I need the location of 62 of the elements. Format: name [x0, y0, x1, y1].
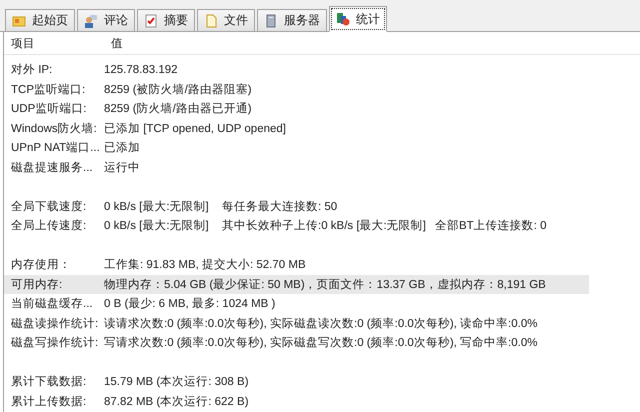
tab[interactable]: 评论 [77, 9, 135, 31]
user-icon [84, 14, 98, 28]
row-label: TCP监听端口: [10, 82, 86, 97]
row-value: 125.78.83.192 [104, 64, 178, 76]
table-row[interactable]: 对外 IP: 125.78.83.192 [4, 60, 589, 80]
row-label: 磁盘提速服务... [10, 160, 94, 175]
table-row[interactable]: Windows防火墙: 已添加 [TCP opened, UDP opened] [4, 118, 589, 138]
row-value: 87.82 MB (本次运行: 622 B) [104, 394, 249, 409]
row-value: 已添加 [TCP opened, UDP opened] [104, 122, 286, 136]
server-icon [264, 14, 278, 28]
tab[interactable]: 摘要 [137, 9, 195, 31]
folder-icon [12, 14, 26, 28]
row-value: 8259 (防火墙/路由器已开通) [104, 102, 252, 116]
row-label: 当前磁盘缓存... [10, 296, 94, 312]
row-label: 磁盘读操作统计: [10, 316, 100, 331]
table-row[interactable]: 全局上传速度: 0 kB/s [最大:无限制] 其中长效种子上传:0 kB/s [最大:无限制] 全部BT上传连接数: 0 [4, 216, 589, 236]
row-value: 其中长效种子上传:0 kB/s [最大:无限制] [222, 218, 427, 234]
table-row[interactable]: 内存使用： 工作集: 91.83 MB, 提交大小: 52.70 MB [4, 255, 589, 274]
row-value: 读请求次数:0 (频率:0.0次每秒), 实际磁盘读次数:0 (频率:0.0次每秒), 读命中率:0.0% [104, 316, 538, 331]
row-value: 工作集: 91.83 MB, 提交大小: 52.70 MB [104, 257, 306, 272]
table-row[interactable]: TCP监听端口: 8259 (被防火墙/路由器阻塞) [4, 80, 589, 99]
table-row[interactable]: 当前磁盘缓存... 0 B (最少: 6 MB, 最多: 1024 MB ) [4, 294, 589, 314]
row-label: 可用内存: [10, 278, 64, 292]
row-value: 写请求次数:0 (频率:0.0次每秒), 实际磁盘写次数:0 (频率:0.0次每秒), 写命中率:0.0% [104, 335, 538, 350]
row-label: 全局上传速度: [10, 218, 88, 234]
row-label: 磁盘写操作统计: [10, 336, 100, 350]
table-row[interactable]: 磁盘提速服务... 运行中 [4, 158, 589, 177]
row-label: 累计上传数据: [10, 394, 88, 409]
row-value: 0 kB/s [最大:无限制] [104, 200, 210, 214]
row-value: 每任务最大连接数: 50 [222, 200, 338, 214]
document-icon [204, 14, 218, 28]
tab[interactable]: 统计 [329, 6, 387, 32]
checklist-icon [144, 14, 158, 28]
table-row[interactable]: 磁盘写操作统计: 写请求次数:0 (频率:0.0次每秒), 实际磁盘写次数:0 (频率:0.0次每秒), 写命中率:0.0% [4, 333, 589, 352]
table-row[interactable]: 全局下载速度: 0 kB/s [最大:无限制] 每任务最大连接数: 50 [4, 196, 589, 216]
table-row[interactable]: 累计上传数据: 87.82 MB (本次运行: 622 B) [4, 392, 589, 411]
row-value: 8259 (被防火墙/路由器阻塞) [104, 82, 252, 97]
row-value: 已添加 [104, 140, 140, 156]
tab[interactable]: 文件 [197, 9, 255, 31]
row-label: 内存使用： [10, 258, 72, 272]
row-value: 0 kB/s [最大:无限制] [104, 218, 210, 234]
row-value: 15.79 MB (本次运行: 308 B) [104, 374, 249, 390]
tab[interactable]: 起始页 [5, 9, 75, 31]
table-row[interactable]: 磁盘读操作统计: 读请求次数:0 (频率:0.0次每秒), 实际磁盘读次数:0 (频率:0.0次每秒), 读命中率:0.0% [4, 314, 589, 333]
column-header[interactable]: 项目 [4, 36, 104, 50]
column-header[interactable]: 值 [104, 36, 123, 50]
row-label: UPnP NAT端口... [10, 140, 101, 156]
row-label: UDP监听端口: [10, 102, 88, 116]
row-label: 全局下载速度: [10, 200, 88, 214]
row-label: Windows防火墙: [10, 122, 98, 136]
table-row[interactable]: UPnP NAT端口... 已添加 [4, 138, 589, 158]
tab[interactable]: 服务器 [257, 9, 327, 31]
row-label: 对外 IP: [10, 62, 54, 78]
row-label: 累计下载数据: [10, 374, 88, 390]
table-row[interactable]: 累计下载数据: 15.79 MB (本次运行: 308 B) [4, 372, 589, 392]
row-value: 0 B (最少: 6 MB, 最多: 1024 MB ) [104, 296, 276, 312]
row-value: 运行中 [104, 160, 140, 175]
selected-row[interactable]: 可用内存: 物理内存：5.04 GB (最少保证: 50 MB)，页面文件：13.37 GB，虚拟内存：8,191 GB [4, 274, 589, 294]
row-value: 全部BT上传连接数: 0 [435, 218, 546, 234]
table-row[interactable]: UDP监听端口: 8259 (防火墙/路由器已开通) [4, 99, 589, 118]
stats-icon [336, 12, 350, 26]
row-value: 物理内存：5.04 GB (最少保证: 50 MB)，页面文件：13.37 GB，虚拟内存：8,191 GB [104, 278, 546, 292]
